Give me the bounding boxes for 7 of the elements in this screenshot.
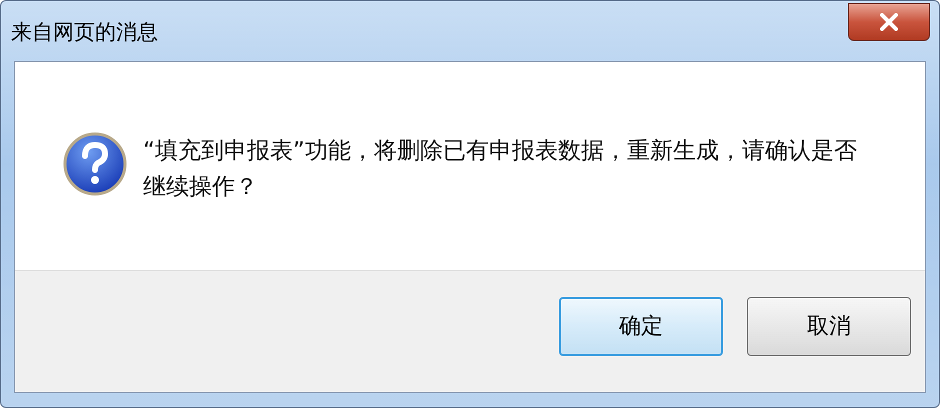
close-icon	[879, 13, 899, 31]
close-button[interactable]	[848, 3, 930, 41]
dialog-button[interactable]: 取消	[747, 297, 911, 356]
message-text: “填充到申报表”功能，将删除已有申报表数据，重新生成，请确认是否继续操作？	[143, 137, 858, 202]
dialog-button[interactable]: 确定	[559, 297, 723, 356]
window-title: 来自网页的消息	[11, 19, 158, 46]
question-icon	[63, 132, 127, 196]
